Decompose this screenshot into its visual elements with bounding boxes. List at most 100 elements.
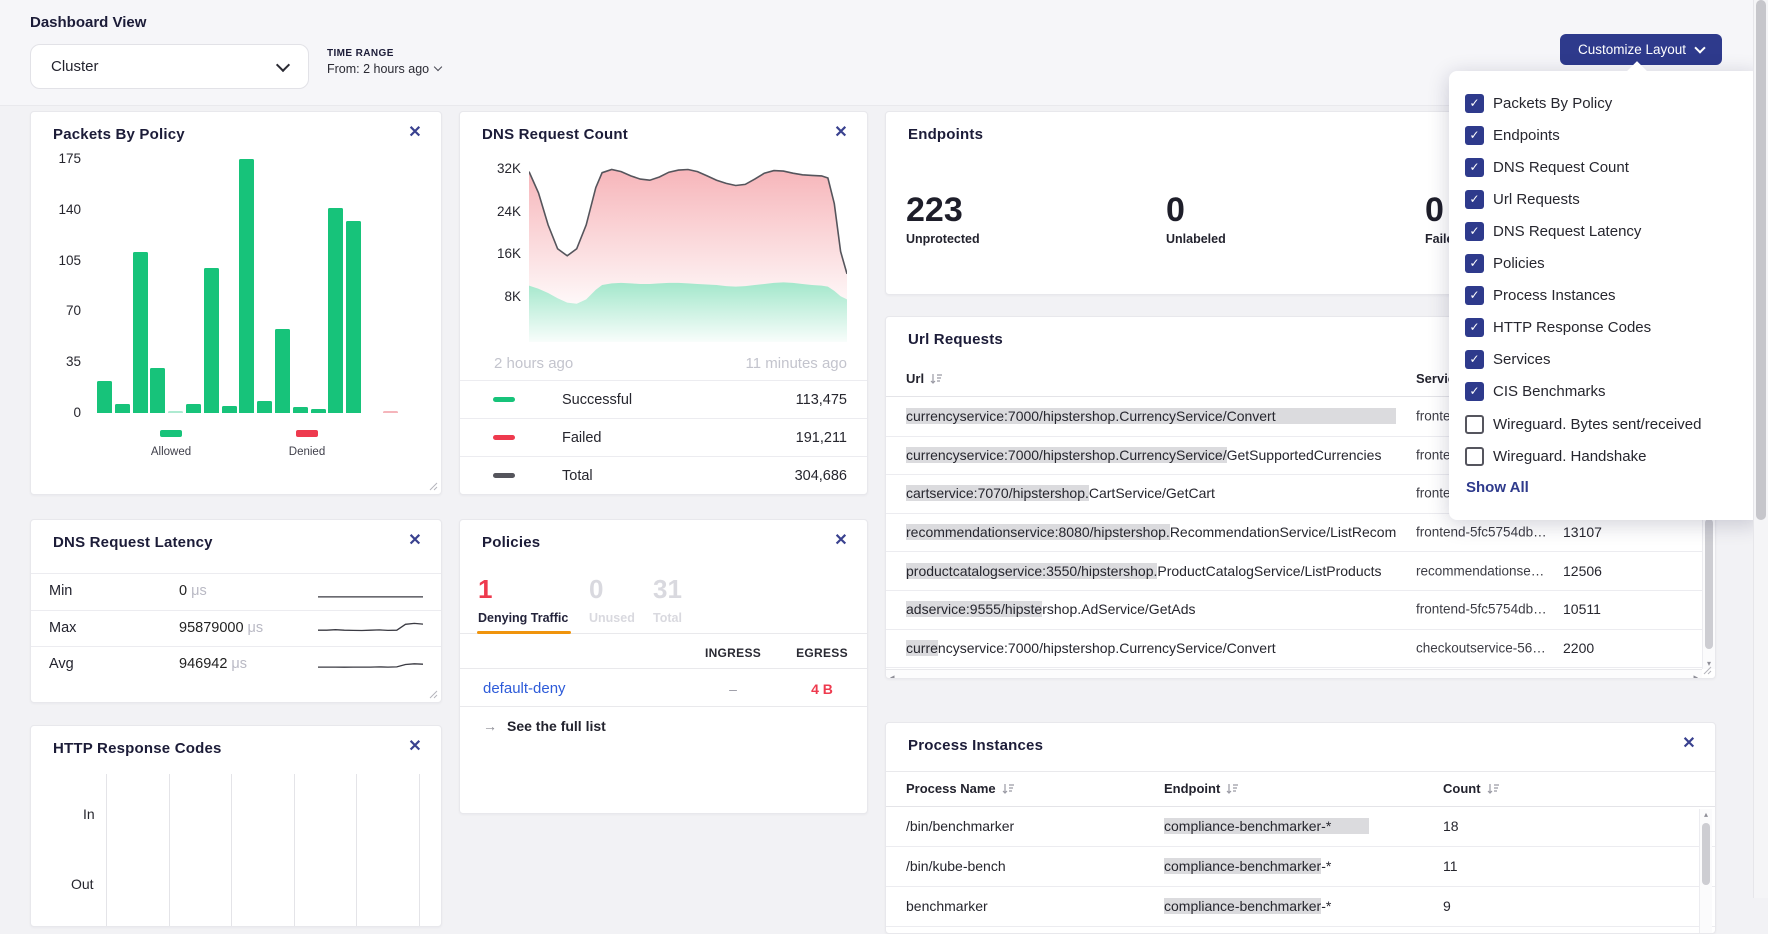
resize-handle-icon[interactable] bbox=[1703, 666, 1712, 675]
latency-unit: μs bbox=[244, 620, 264, 636]
table-row: /bin/benchmarkercompliance-benchmarker-*… bbox=[886, 806, 1715, 847]
egress-value: 4 B bbox=[782, 681, 862, 697]
arrow-right-icon: → bbox=[483, 718, 497, 734]
endpoint-rest: -* bbox=[1321, 898, 1331, 914]
checkbox[interactable]: ✓ bbox=[1465, 286, 1484, 305]
legend-allowed: Allowed bbox=[126, 424, 216, 458]
tab-denying-traffic[interactable]: 1 Denying Traffic bbox=[478, 575, 568, 625]
tab-total[interactable]: 31 Total bbox=[653, 575, 682, 625]
menu-item-dns-request-count[interactable]: ✓DNS Request Count bbox=[1465, 155, 1629, 179]
bar-allowed bbox=[346, 221, 361, 413]
legend-swatch-allowed bbox=[160, 430, 182, 437]
url-rest: rshop.AdService/GetAds bbox=[1042, 601, 1195, 617]
column-header-egress: EGRESS bbox=[782, 646, 862, 660]
url-cell: recommendationservice:8080/hipstershop.R… bbox=[906, 524, 1396, 540]
table-row: productcatalogservice:3550/hipstershop.P… bbox=[886, 551, 1715, 591]
view-selector[interactable]: Cluster bbox=[30, 44, 309, 89]
bar-allowed bbox=[328, 208, 343, 413]
close-icon[interactable]: ✕ bbox=[405, 531, 425, 551]
scroll-left-icon[interactable]: ◂ bbox=[890, 672, 895, 679]
close-icon[interactable]: ✕ bbox=[1679, 734, 1699, 754]
checkbox[interactable]: ✓ bbox=[1465, 190, 1484, 209]
menu-item-cis-benchmarks[interactable]: ✓CIS Benchmarks bbox=[1465, 380, 1606, 404]
bar-allowed bbox=[97, 381, 112, 413]
menu-item-packets-by-policy[interactable]: ✓Packets By Policy bbox=[1465, 91, 1612, 115]
stat-value: 223 bbox=[906, 192, 980, 228]
checkbox[interactable]: ✓ bbox=[1465, 350, 1484, 369]
policy-link[interactable]: default-deny bbox=[483, 680, 566, 697]
bar-allowed bbox=[150, 368, 165, 413]
column-header-count[interactable]: Count bbox=[1443, 781, 1500, 796]
card-dns-request-latency: DNS Request Latency ✕ Min0 μsMax95879000… bbox=[30, 519, 442, 703]
stat-unlabeled: 0 Unlabeled bbox=[1166, 192, 1226, 246]
menu-item-endpoints[interactable]: ✓Endpoints bbox=[1465, 123, 1560, 147]
checkbox[interactable]: ✓ bbox=[1465, 158, 1484, 177]
checkbox[interactable] bbox=[1465, 415, 1484, 434]
legend-label: Allowed bbox=[126, 446, 216, 458]
column-header-endpoint[interactable]: Endpoint bbox=[1164, 781, 1239, 796]
checkbox[interactable]: ✓ bbox=[1465, 126, 1484, 145]
scroll-right-icon[interactable]: ▸ bbox=[1693, 672, 1698, 679]
checkbox[interactable] bbox=[1465, 447, 1484, 466]
menu-item-wireguard-bytes-sent-received[interactable]: Wireguard. Bytes sent/received bbox=[1465, 412, 1701, 436]
checkbox[interactable]: ✓ bbox=[1465, 254, 1484, 273]
url-highlight: cartservice:7070/hipstershop. bbox=[906, 485, 1089, 501]
checkbox[interactable]: ✓ bbox=[1465, 222, 1484, 241]
menu-item-services[interactable]: ✓Services bbox=[1465, 348, 1551, 372]
column-header-process-name[interactable]: Process Name bbox=[906, 781, 1015, 796]
stat-value: 31 bbox=[653, 575, 682, 603]
y-tick-label: 140 bbox=[49, 202, 81, 217]
table-row: /bin/kube-benchcompliance-benchmarker-*1… bbox=[886, 846, 1715, 887]
bar-allowed bbox=[257, 401, 272, 413]
scroll-up-icon[interactable]: ▴ bbox=[1700, 810, 1712, 819]
see-full-list-link[interactable]: → See the full list bbox=[483, 718, 606, 734]
show-all-link[interactable]: Show All bbox=[1466, 479, 1529, 496]
card-title: Policies bbox=[482, 534, 540, 551]
menu-item-dns-request-latency[interactable]: ✓DNS Request Latency bbox=[1465, 219, 1641, 243]
close-icon[interactable]: ✕ bbox=[405, 123, 425, 143]
menu-item-url-requests[interactable]: ✓Url Requests bbox=[1465, 187, 1580, 211]
service-cell: frontend-5fc5754db… bbox=[1416, 525, 1551, 540]
card-title: Url Requests bbox=[908, 331, 1003, 348]
page-scrollbar[interactable] bbox=[1753, 0, 1768, 898]
close-icon[interactable]: ✕ bbox=[831, 123, 851, 143]
checkbox[interactable]: ✓ bbox=[1465, 94, 1484, 113]
menu-item-policies[interactable]: ✓Policies bbox=[1465, 252, 1545, 276]
url-cell: currencyservice:7000/hipstershop.Currenc… bbox=[906, 408, 1396, 424]
menu-item-label: HTTP Response Codes bbox=[1493, 319, 1651, 336]
latency-value: 0 μs bbox=[179, 583, 207, 599]
customize-layout-label: Customize Layout bbox=[1578, 42, 1686, 57]
stat-label: Denying Traffic bbox=[478, 611, 568, 625]
y-tick-label: 70 bbox=[49, 303, 81, 318]
sort-icon bbox=[1487, 783, 1500, 795]
time-range-value[interactable]: From: 2 hours ago bbox=[327, 62, 441, 76]
endpoint-cell: compliance-benchmarker-* bbox=[1164, 818, 1424, 834]
x-axis-label-start: 2 hours ago bbox=[494, 355, 573, 372]
horizontal-scrollbar[interactable]: ◂ ▸ bbox=[886, 669, 1702, 679]
bar-allowed bbox=[311, 409, 326, 413]
gridline bbox=[231, 774, 232, 927]
close-icon[interactable]: ✕ bbox=[831, 531, 851, 551]
view-selector-value: Cluster bbox=[51, 58, 99, 75]
time-range-from: From: 2 hours ago bbox=[327, 62, 429, 76]
vertical-scrollbar[interactable]: ▴ bbox=[1699, 809, 1712, 933]
bar-allowed bbox=[275, 329, 290, 413]
resize-handle-icon[interactable] bbox=[429, 482, 438, 491]
divider bbox=[460, 668, 867, 669]
menu-item-http-response-codes[interactable]: ✓ HTTP Response Codes bbox=[1465, 316, 1651, 340]
scrollbar-thumb[interactable] bbox=[1756, 0, 1766, 520]
card-policies: Policies ✕ 1 Denying Traffic 0 Unused 31… bbox=[459, 519, 868, 814]
customize-layout-button[interactable]: Customize Layout bbox=[1560, 34, 1722, 65]
time-range: TIME RANGE From: 2 hours ago bbox=[327, 48, 441, 76]
close-icon[interactable]: ✕ bbox=[405, 737, 425, 757]
tab-unused[interactable]: 0 Unused bbox=[589, 575, 635, 625]
resize-handle-icon[interactable] bbox=[429, 690, 438, 699]
latency-value: 946942 μs bbox=[179, 656, 247, 672]
menu-item-wireguard-handshake[interactable]: Wireguard. Handshake bbox=[1465, 444, 1646, 468]
checkbox[interactable]: ✓ bbox=[1465, 382, 1484, 401]
legend-label: Failed bbox=[562, 430, 602, 446]
menu-item-label: Wireguard. Handshake bbox=[1493, 448, 1646, 465]
checkbox[interactable]: ✓ bbox=[1465, 318, 1484, 337]
menu-item-process-instances[interactable]: ✓Process Instances bbox=[1465, 284, 1616, 308]
column-header-url[interactable]: Url bbox=[906, 371, 943, 386]
